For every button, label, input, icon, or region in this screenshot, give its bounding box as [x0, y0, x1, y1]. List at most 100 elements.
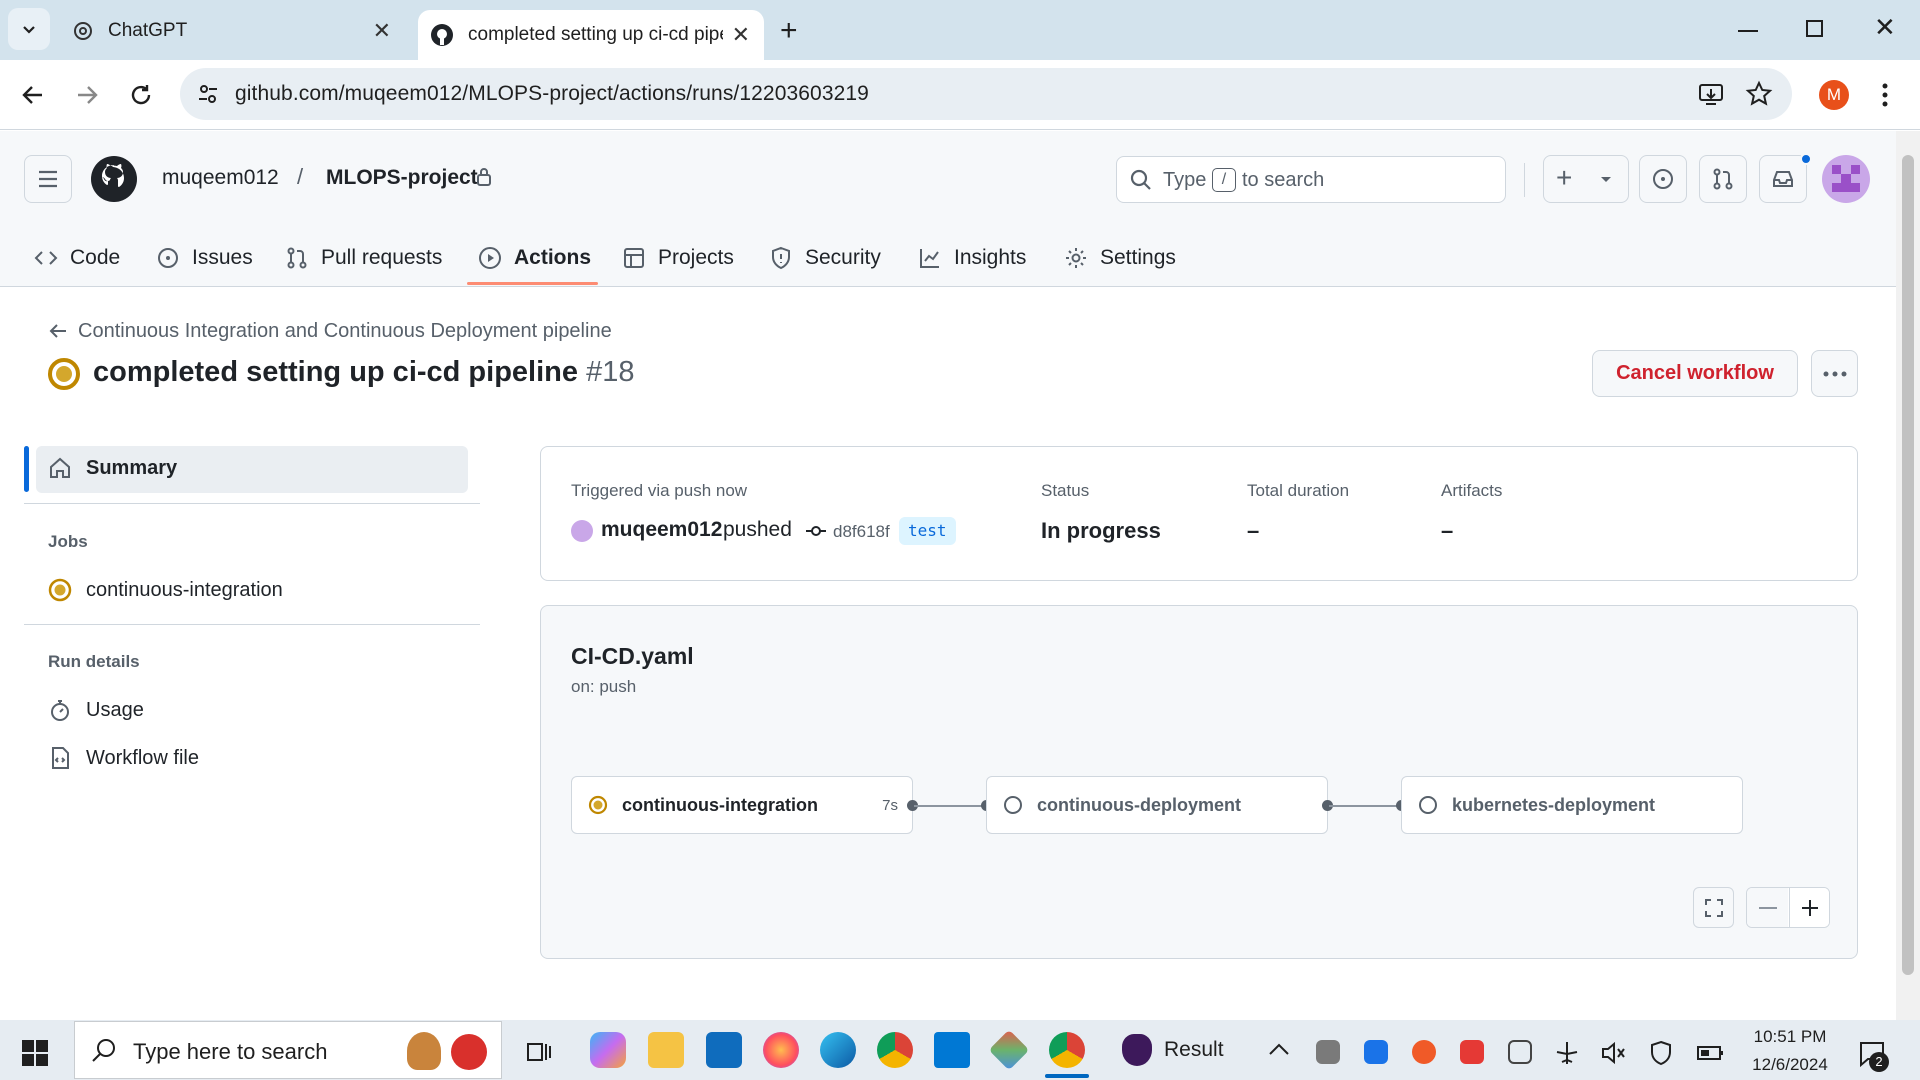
edge-icon[interactable] [820, 1032, 856, 1068]
new-tab-button[interactable]: + [780, 14, 798, 48]
issue-icon [158, 248, 178, 268]
tab-projects[interactable]: Projects [622, 236, 734, 280]
tab-insights[interactable]: Insights [918, 236, 1026, 280]
sidebar-job-continuous-integration[interactable]: continuous-integration [48, 578, 283, 602]
tab-settings[interactable]: Settings [1064, 236, 1176, 280]
restore-button[interactable] [1806, 20, 1823, 37]
inbox-button[interactable] [1759, 155, 1807, 203]
clock-date[interactable]: 12/6/2024 [1745, 1055, 1835, 1075]
in-progress-status-icon [588, 795, 608, 815]
workflow-name-link[interactable]: Continuous Integration and Continuous De… [78, 320, 612, 343]
in-progress-status-icon [48, 578, 72, 602]
create-new-button[interactable]: + [1543, 155, 1629, 203]
tray-app-icon[interactable] [1316, 1040, 1340, 1064]
tray-app-icon[interactable] [1364, 1040, 1388, 1064]
copilot-icon[interactable] [590, 1032, 626, 1068]
airplane-icon[interactable] [1554, 1040, 1580, 1066]
lock-icon [477, 168, 491, 186]
fullscreen-button[interactable] [1693, 887, 1734, 928]
github-logo-icon [431, 24, 453, 46]
forward-arrow-icon[interactable] [74, 82, 100, 108]
stopwatch-icon [51, 700, 69, 721]
security-shield-icon[interactable] [1648, 1040, 1674, 1066]
job-connector [914, 805, 988, 807]
commit-sha-link[interactable]: d8f618f [833, 522, 890, 542]
tray-app-icon[interactable] [1460, 1040, 1484, 1064]
tray-app-icon[interactable] [1412, 1040, 1436, 1064]
tab-issues[interactable]: Issues [156, 236, 253, 280]
tab-label: completed setting up ci-cd pipe [468, 24, 723, 45]
file-explorer-icon[interactable] [648, 1032, 684, 1068]
divider [24, 503, 480, 504]
table-icon [624, 248, 644, 268]
status-value: In progress [1041, 518, 1161, 543]
chrome-icon[interactable] [877, 1032, 913, 1068]
chrome-profile-icon[interactable] [1049, 1032, 1085, 1068]
identicon-icon [1832, 165, 1860, 192]
task-view-icon[interactable] [525, 1038, 553, 1066]
pull-request-icon [287, 247, 307, 269]
sidebar-item-usage[interactable]: Usage [48, 698, 144, 722]
tray-app-icon[interactable] [1508, 1040, 1532, 1064]
github-logo-icon[interactable] [90, 155, 138, 203]
reload-icon[interactable] [128, 82, 154, 108]
zoom-out-button[interactable] [1747, 888, 1788, 927]
install-app-icon[interactable] [1697, 80, 1725, 108]
profile-avatar[interactable]: M [1819, 80, 1849, 110]
clock-time[interactable]: 10:51 PM [1750, 1027, 1830, 1047]
search-shortcut-key: / [1212, 168, 1236, 192]
page-scrollbar[interactable] [1896, 131, 1920, 1020]
minimize-button[interactable] [1738, 30, 1758, 32]
job-node-kubernetes-deployment[interactable]: kubernetes-deployment [1401, 776, 1743, 834]
issues-button[interactable] [1639, 155, 1687, 203]
firefox-icon[interactable] [763, 1032, 799, 1068]
shield-icon [772, 246, 790, 270]
close-tab-icon[interactable]: ✕ [373, 18, 391, 44]
close-tab-icon[interactable]: ✕ [732, 22, 750, 48]
tab-list-button[interactable] [8, 8, 50, 50]
menu-button[interactable] [24, 155, 72, 203]
cancel-workflow-button[interactable]: Cancel workflow [1592, 350, 1798, 397]
repo-name-link[interactable]: MLOPS-project [326, 166, 478, 190]
site-info-icon[interactable] [196, 82, 220, 106]
job-node-continuous-deployment[interactable]: continuous-deployment [986, 776, 1328, 834]
browser-tab-github[interactable]: completed setting up ci-cd pipe ✕ [418, 10, 764, 60]
actor-link[interactable]: muqeem012 [601, 518, 722, 542]
caret-down-icon [1601, 177, 1611, 182]
tab-actions[interactable]: Actions [478, 236, 591, 280]
windows-start-icon[interactable] [22, 1040, 48, 1066]
run-title: completed setting up ci-cd pipeline #18 [93, 356, 635, 388]
tab-pull-requests[interactable]: Pull requests [285, 236, 442, 280]
bookmark-star-icon[interactable] [1745, 80, 1773, 108]
vscode-icon[interactable] [934, 1032, 970, 1068]
browser-menu-icon[interactable] [1880, 82, 1890, 108]
more-options-button[interactable] [1811, 350, 1858, 397]
screen-full-icon [1704, 898, 1723, 917]
run-number: #18 [586, 356, 635, 388]
arrow-left-icon[interactable] [48, 321, 68, 341]
branch-label[interactable]: test [899, 517, 956, 545]
volume-muted-icon[interactable] [1600, 1040, 1626, 1066]
queued-status-icon [1419, 796, 1437, 814]
taskbar-app-result[interactable]: Result [1122, 1030, 1242, 1070]
back-arrow-icon[interactable] [20, 82, 46, 108]
trigger-text: Triggered via push now [571, 481, 748, 500]
browser-tab-chatgpt[interactable]: ChatGPT ✕ [60, 10, 405, 52]
tab-code[interactable]: Code [34, 236, 120, 280]
user-avatar[interactable] [1822, 155, 1870, 203]
close-window-button[interactable]: ✕ [1874, 12, 1896, 43]
jobs-heading: Jobs [48, 532, 88, 551]
zoom-in-button[interactable] [1789, 888, 1829, 927]
search-icon [92, 1039, 115, 1062]
sidebar-item-workflow-file[interactable]: Workflow file [48, 746, 199, 770]
tab-security[interactable]: Security [769, 236, 881, 280]
search-input[interactable]: Type / to search [1116, 156, 1506, 203]
chevron-up-icon[interactable] [1268, 1042, 1290, 1056]
battery-icon[interactable] [1696, 1043, 1724, 1063]
taskbar-search-box[interactable]: Type here to search [74, 1021, 502, 1079]
repo-owner-link[interactable]: muqeem012 [162, 166, 279, 190]
job-node-continuous-integration[interactable]: continuous-integration 7s [571, 776, 913, 834]
outlook-icon[interactable] [706, 1032, 742, 1068]
pull-requests-button[interactable] [1699, 155, 1747, 203]
kebab-horizontal-icon [1823, 371, 1846, 376]
